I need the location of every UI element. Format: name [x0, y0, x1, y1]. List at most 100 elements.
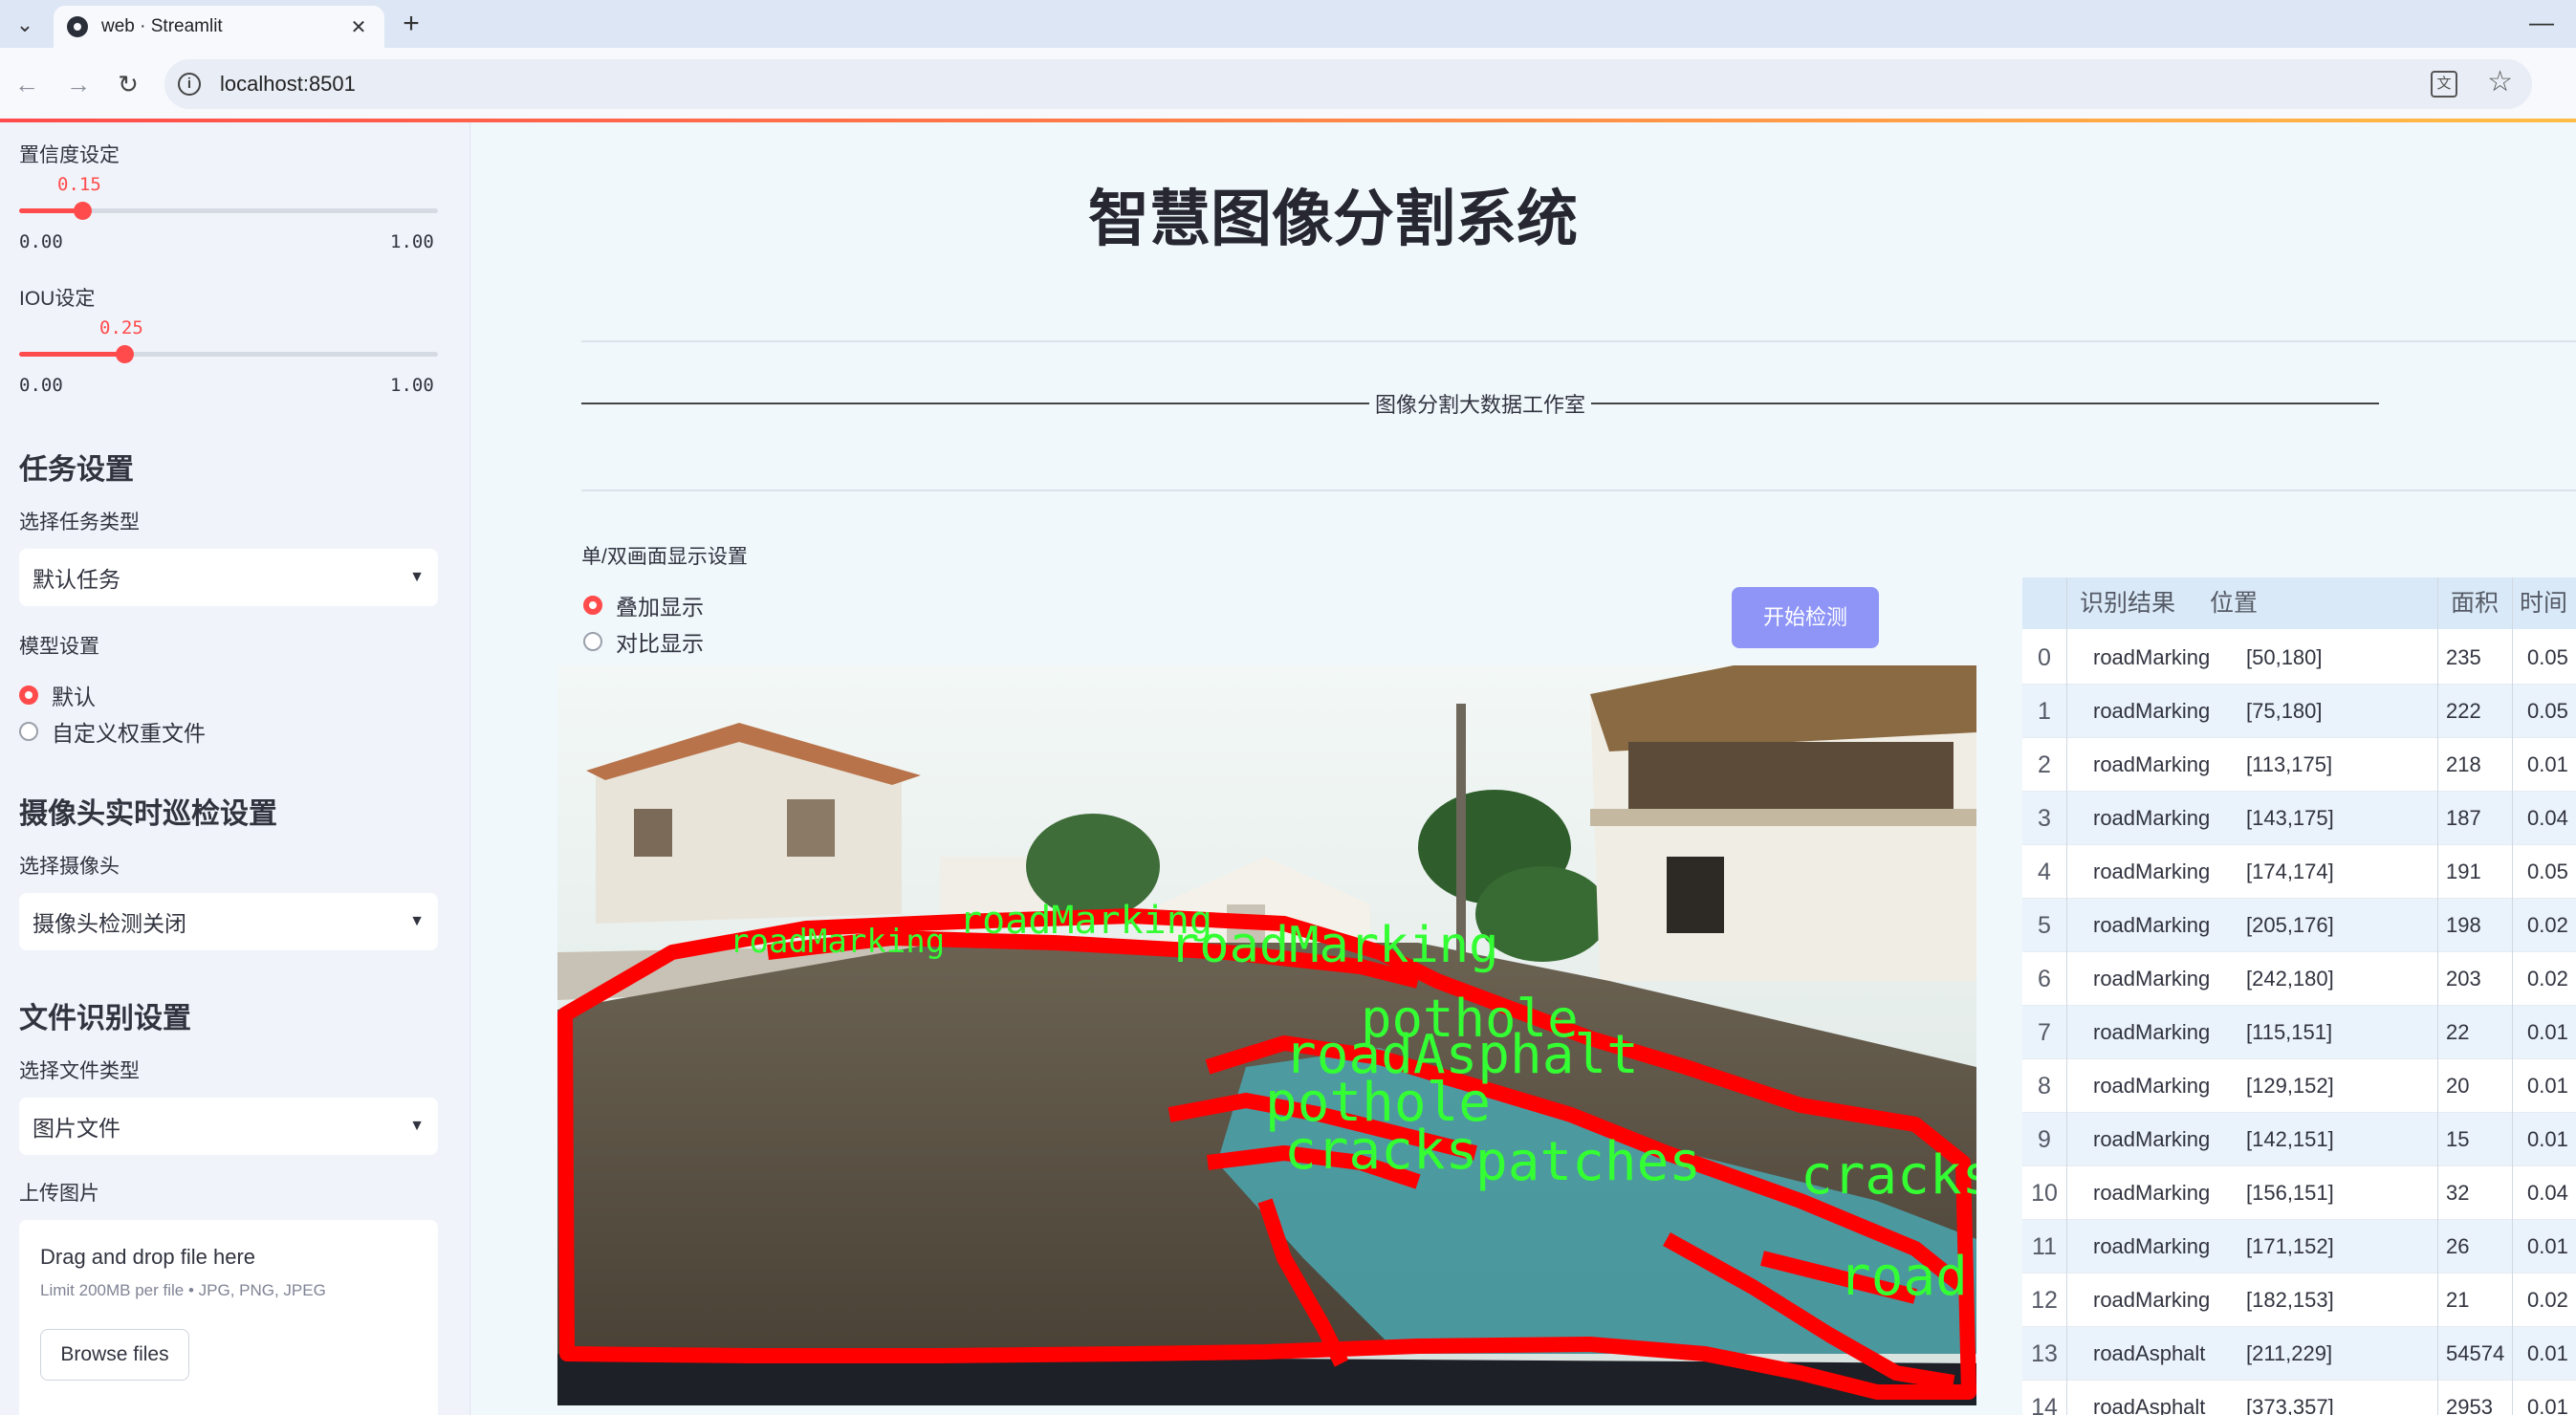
display-option-label: 对比显示 [616, 631, 704, 656]
table-row[interactable]: 13 roadAsphalt [211,229] 54574 0.01 [2022, 1327, 2576, 1381]
cell-position: [242,180] [2246, 967, 2334, 990]
display-option-compare[interactable]: 对比显示 [583, 625, 704, 658]
table-row[interactable]: 10 roadMarking [156,151] 32 0.04 [2022, 1166, 2576, 1220]
iou-slider[interactable] [19, 345, 438, 363]
table-row[interactable]: 8 roadMarking [129,152] 20 0.01 [2022, 1059, 2576, 1113]
table-row[interactable]: 7 roadMarking [115,151] 22 0.01 [2022, 1006, 2576, 1059]
table-row[interactable]: 4 roadMarking [174,174] 191 0.05 [2022, 845, 2576, 899]
cell-time: 0.01 [2527, 1127, 2568, 1151]
back-icon[interactable]: ← [10, 67, 44, 101]
confidence-min: 0.00 [19, 231, 63, 252]
model-option-default[interactable]: 默认 [19, 679, 96, 711]
confidence-label: 置信度设定 [19, 144, 120, 166]
table-row[interactable]: 11 roadMarking [171,152] 26 0.01 [2022, 1220, 2576, 1274]
iou-max: 1.00 [390, 375, 434, 396]
minimize-icon[interactable]: — [2524, 8, 2559, 42]
start-detection-button[interactable]: 开始检测 [1732, 587, 1879, 648]
cell-time: 0.05 [2527, 645, 2568, 669]
file-dropzone[interactable]: Drag and drop file here Limit 200MB per … [19, 1220, 438, 1415]
iou-label: IOU设定 [19, 288, 96, 310]
cell-area: 187 [2446, 806, 2481, 830]
confidence-slider[interactable] [19, 202, 438, 220]
display-option-overlay[interactable]: 叠加显示 [583, 589, 704, 621]
cell-area: 218 [2446, 752, 2481, 776]
table-row[interactable]: 1 roadMarking [75,180] 222 0.05 [2022, 685, 2576, 738]
info-icon[interactable]: i [178, 73, 201, 96]
chevron-down-icon: ▼ [409, 913, 425, 929]
camera-select-value: 摄像头检测关闭 [33, 911, 186, 936]
table-row[interactable]: 5 roadMarking [205,176] 198 0.02 [2022, 899, 2576, 952]
header-area[interactable]: 面积 [2451, 577, 2499, 629]
cell-result: roadMarking [2093, 913, 2211, 937]
results-table[interactable]: 识别结果 位置 面积 时间 0 roadMarking [50,180] 235 0.0… [2022, 577, 2576, 1415]
cell-position: [171,152] [2246, 1234, 2334, 1258]
radio-selected[interactable] [19, 686, 38, 705]
browse-files-button[interactable]: Browse files [40, 1329, 189, 1381]
cell-time: 0.02 [2527, 1288, 2568, 1312]
url-input[interactable]: i localhost:8501 文 ☆ [164, 59, 2532, 109]
browser-tab[interactable]: web · Streamlit ✕ [54, 6, 384, 48]
table-row[interactable]: 2 roadMarking [113,175] 218 0.01 [2022, 738, 2576, 792]
model-option-custom[interactable]: 自定义权重文件 [19, 715, 206, 748]
cell-time: 0.05 [2527, 699, 2568, 723]
cell-position: [129,152] [2246, 1074, 2334, 1098]
radio-unselected[interactable] [19, 722, 38, 741]
segmentation-overlay: roadMarking roadMarking roadMarking poth… [557, 665, 1976, 1405]
confidence-value: 0.15 [57, 174, 101, 195]
cell-area: 191 [2446, 860, 2481, 883]
table-row[interactable]: 3 roadMarking [143,175] 187 0.04 [2022, 792, 2576, 845]
camera-select[interactable]: 摄像头检测关闭 ▼ [19, 893, 438, 950]
table-header: 识别结果 位置 面积 时间 [2022, 577, 2576, 629]
mask-label: roadMarking [730, 923, 945, 961]
iou-slider-thumb[interactable] [115, 345, 134, 363]
file-type-select[interactable]: 图片文件 ▼ [19, 1098, 438, 1155]
tab-title: web · Streamlit [101, 16, 223, 36]
table-row[interactable]: 6 roadMarking [242,180] 203 0.02 [2022, 952, 2576, 1006]
cell-result: roadMarking [2093, 1127, 2211, 1151]
mask-label: cracks [1801, 1144, 1976, 1207]
table-row[interactable]: 0 roadMarking [50,180] 235 0.05 [2022, 631, 2576, 685]
table-row[interactable]: 12 roadMarking [182,153] 21 0.02 [2022, 1274, 2576, 1327]
task-select[interactable]: 默认任务 ▼ [19, 549, 438, 606]
row-index: 2 [2038, 751, 2051, 778]
cell-area: 235 [2446, 645, 2481, 669]
table-row[interactable]: 14 roadAsphalt [373,357] 2953 0.01 [2022, 1381, 2576, 1415]
header-position[interactable]: 位置 [2210, 577, 2258, 629]
cell-time: 0.01 [2527, 1020, 2568, 1044]
star-icon[interactable]: ☆ [2487, 65, 2513, 98]
header-result[interactable]: 识别结果 [2080, 577, 2175, 629]
row-index: 8 [2038, 1073, 2051, 1099]
reload-icon[interactable]: ↻ [111, 67, 145, 101]
mask-label: cracks [1284, 1120, 1477, 1182]
iou-slider-fill [19, 352, 124, 357]
tab-list-icon[interactable]: ⌄ [8, 8, 42, 42]
row-index: 11 [2032, 1233, 2057, 1260]
radio-selected[interactable] [583, 596, 602, 615]
cell-area: 26 [2446, 1234, 2470, 1258]
cell-time: 0.01 [2527, 1074, 2568, 1098]
header-time[interactable]: 时间 [2520, 577, 2567, 629]
cell-result: roadMarking [2093, 1181, 2211, 1205]
forward-icon[interactable]: → [61, 67, 96, 101]
model-option-label: 自定义权重文件 [52, 721, 206, 746]
close-icon[interactable]: ✕ [346, 15, 371, 39]
translate-icon[interactable]: 文 [2431, 71, 2457, 98]
table-row[interactable]: 9 roadMarking [142,151] 15 0.01 [2022, 1113, 2576, 1166]
cell-position: [115,151] [2246, 1020, 2333, 1044]
cell-result: roadMarking [2093, 1234, 2211, 1258]
cell-result: roadMarking [2093, 1288, 2211, 1312]
cell-result: roadMarking [2093, 752, 2211, 776]
streamlit-favicon [67, 16, 88, 37]
address-bar: ← → ↻ i localhost:8501 文 ☆ [0, 48, 2576, 120]
cell-area: 203 [2446, 967, 2481, 990]
cell-position: [143,175] [2246, 806, 2334, 830]
cell-time: 0.01 [2527, 752, 2568, 776]
plus-icon[interactable]: + [394, 8, 428, 42]
cell-position: [211,229] [2246, 1341, 2333, 1365]
iou-min: 0.00 [19, 375, 63, 396]
radio-unselected[interactable] [583, 632, 602, 651]
camera-heading: 摄像头实时巡检设置 [19, 798, 277, 830]
divider [581, 490, 2576, 491]
confidence-slider-thumb[interactable] [73, 202, 92, 220]
upload-label: 上传图片 [19, 1183, 99, 1205]
